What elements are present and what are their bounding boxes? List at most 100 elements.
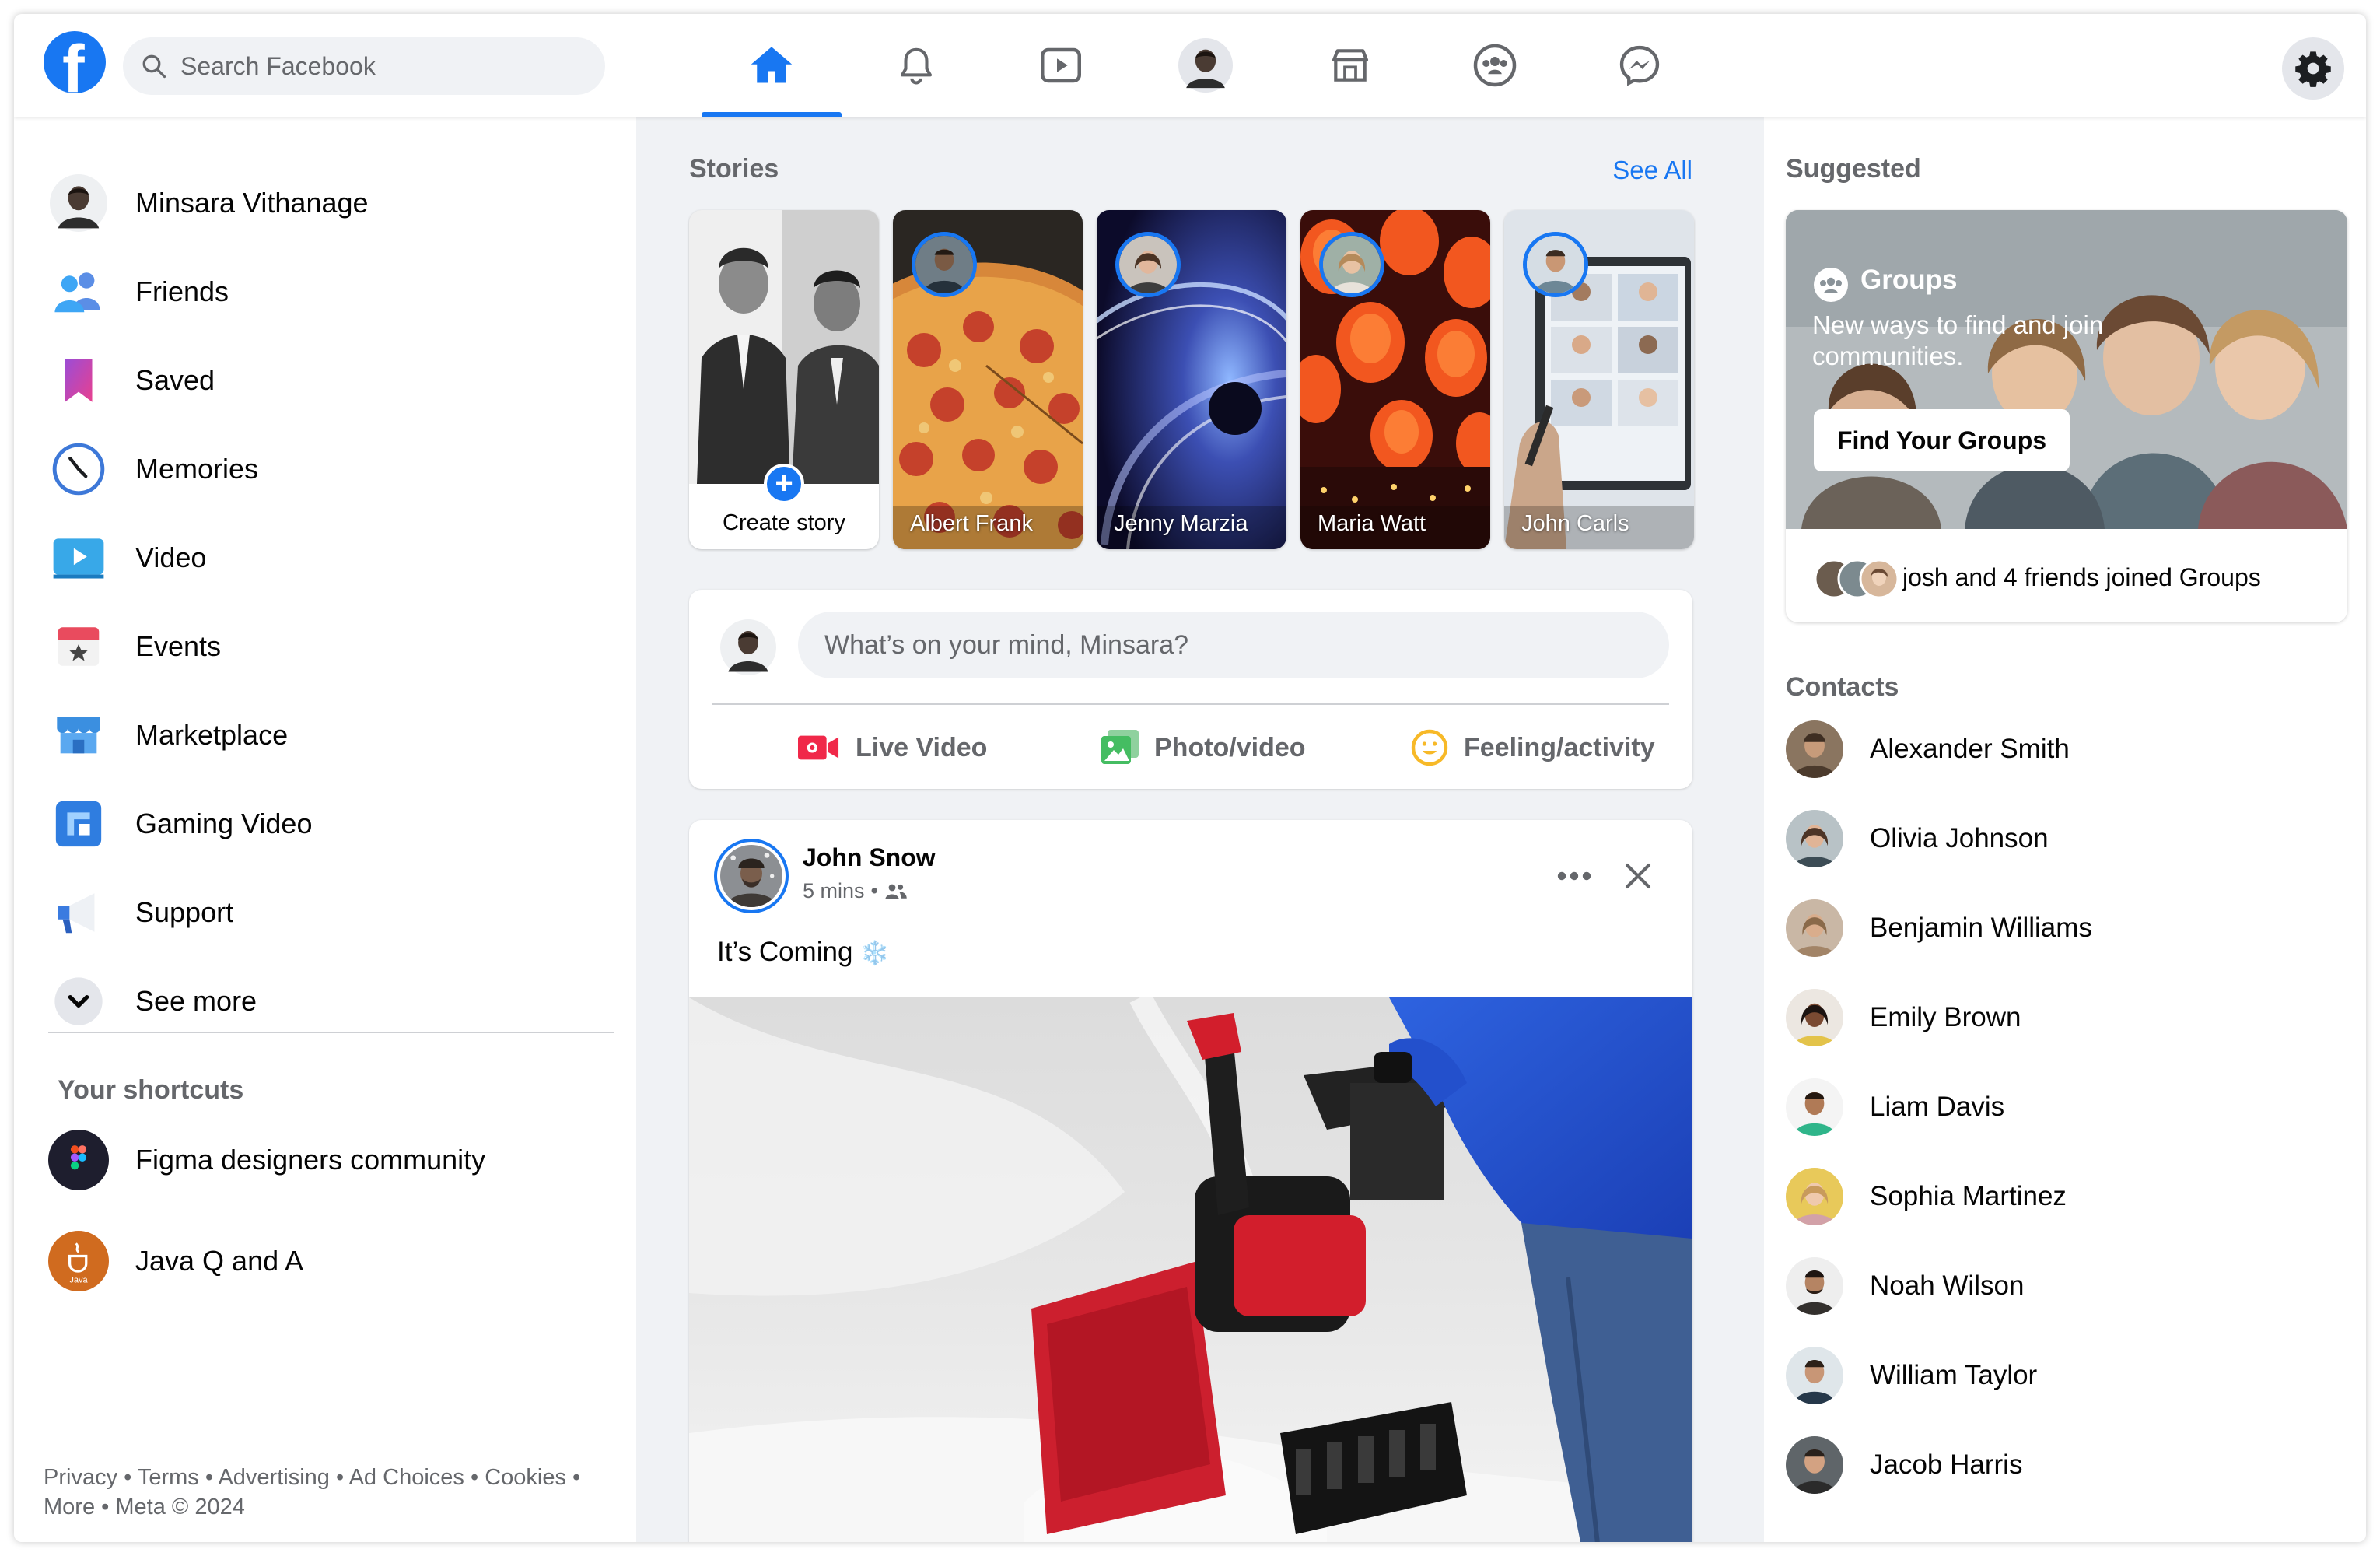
sidebar-item-label: Figma designers community (135, 1144, 486, 1176)
tab-profile[interactable] (1136, 14, 1276, 117)
contact-item[interactable]: Noah Wilson (1786, 1251, 2346, 1321)
friends-icon (48, 261, 109, 322)
sidebar-item-gaming-video[interactable]: Gaming Video (48, 789, 616, 859)
photo-video-label: Photo/video (1154, 732, 1306, 762)
see-more-icon-wrap (48, 971, 109, 1032)
tab-messenger[interactable] (1570, 14, 1710, 117)
footer-link[interactable]: More (44, 1495, 95, 1519)
sidebar-item-events[interactable]: Events (48, 612, 616, 682)
contact-avatar (1786, 1078, 1843, 1136)
contacts-heading: Contacts (1786, 672, 1899, 702)
story-name: Maria Watt (1318, 511, 1426, 536)
sidebar-item-support[interactable]: Support (48, 878, 616, 948)
friends-audience-icon[interactable] (884, 881, 908, 902)
contact-name: William Taylor (1870, 1360, 2038, 1390)
home-icon (751, 47, 793, 83)
video-play-icon (1041, 47, 1081, 83)
video-icon (48, 527, 109, 588)
tab-notifications[interactable] (846, 14, 986, 117)
see-more-button[interactable]: See more (48, 966, 616, 1036)
footer-link[interactable]: Cookies (485, 1465, 566, 1490)
search-bar[interactable] (123, 37, 605, 95)
story-card[interactable]: John Carls (1504, 210, 1694, 549)
sidebar-item-friends[interactable]: Friends (48, 257, 616, 327)
contact-name: Liam Davis (1870, 1092, 2005, 1122)
contact-name: Sophia Martinez (1870, 1181, 2067, 1211)
shortcut-java-q-and-a[interactable]: Java Java Q and A (48, 1226, 616, 1296)
create-story-card[interactable]: + Create story (689, 210, 879, 549)
groups-suggestion-card: Groups New ways to find and join communi… (1786, 210, 2347, 622)
story-name: Jenny Marzia (1114, 511, 1248, 536)
contact-avatar (1786, 1168, 1843, 1225)
story-avatar (912, 232, 977, 297)
live-video-button[interactable]: Live Video (798, 720, 987, 775)
search-input[interactable] (180, 51, 569, 81)
tab-watch[interactable] (991, 14, 1131, 117)
story-card[interactable]: Jenny Marzia (1097, 210, 1286, 549)
contact-item[interactable]: Sophia Martinez (1786, 1162, 2346, 1232)
footer-link[interactable]: Advertising (218, 1465, 329, 1490)
bell-icon (900, 47, 933, 85)
tab-marketplace[interactable] (1280, 14, 1420, 117)
footer-link[interactable]: Privacy (44, 1465, 117, 1490)
news-feed: Stories See All + Create story Albert Fr… (689, 117, 1694, 1542)
sidebar-item-label: Saved (135, 364, 215, 396)
chevron-down-icon (54, 977, 103, 1025)
find-your-groups-button[interactable]: Find Your Groups (1814, 409, 2070, 471)
contact-item[interactable]: Jacob Harris (1786, 1430, 2346, 1500)
contact-item[interactable]: Emily Brown (1786, 983, 2346, 1053)
groups-joined-text[interactable]: josh and 4 friends joined Groups (1902, 563, 2261, 592)
sidebar-item-label: See more (135, 985, 257, 1017)
contact-item[interactable]: William Taylor (1786, 1340, 2346, 1411)
java-logo-text: Java (69, 1276, 88, 1285)
sidebar-item-video[interactable]: Video (48, 523, 616, 593)
photo-icon (1101, 730, 1139, 764)
contact-item[interactable]: Liam Davis (1786, 1072, 2346, 1142)
sidebar-item-label: Events (135, 630, 222, 662)
search-icon (142, 54, 166, 79)
post-image-snowblower[interactable] (689, 997, 1692, 1542)
post-author-name[interactable]: John Snow (803, 843, 936, 872)
composer-input[interactable] (798, 612, 1669, 678)
post-card: John Snow 5 mins • It’s Coming ❄️ (689, 820, 1692, 1542)
photo-video-button[interactable]: Photo/video (1101, 720, 1306, 775)
gaming-icon (48, 794, 109, 854)
story-card[interactable]: Albert Frank (893, 210, 1083, 549)
contact-name: Emily Brown (1870, 1002, 2021, 1032)
tab-home[interactable] (702, 14, 842, 117)
story-name: Albert Frank (910, 511, 1033, 536)
story-card[interactable]: Maria Watt (1300, 210, 1490, 549)
left-sidebar: Minsara Vithanage Friends Saved Memories… (14, 117, 636, 1542)
java-logo: Java (48, 1231, 109, 1291)
contact-item[interactable]: Alexander Smith (1786, 714, 2346, 784)
groups-icon (1814, 268, 1848, 302)
post-options-icon[interactable] (1551, 860, 1598, 892)
contact-name: Noah Wilson (1870, 1270, 2025, 1301)
close-icon[interactable] (1615, 853, 1661, 899)
post-time[interactable]: 5 mins (803, 879, 865, 903)
settings-button[interactable] (2282, 37, 2344, 100)
sidebar-item-label: Support (135, 896, 234, 928)
contact-item[interactable]: Benjamin Williams (1786, 893, 2346, 963)
contact-avatar (1786, 1347, 1843, 1404)
post-composer: Live Video Photo/video Feeling/activity (689, 590, 1692, 789)
see-all-link[interactable]: See All (1612, 156, 1692, 185)
tab-groups[interactable] (1425, 14, 1565, 117)
feeling-activity-button[interactable]: Feeling/activity (1411, 720, 1655, 775)
sidebar-item-saved[interactable]: Saved (48, 345, 616, 415)
figma-logo (48, 1130, 109, 1190)
sidebar-item-marketplace[interactable]: Marketplace (48, 700, 616, 770)
shortcuts-heading: Your shortcuts (58, 1075, 244, 1105)
footer-link[interactable]: Ad Choices (349, 1465, 464, 1490)
sidebar-item-memories[interactable]: Memories (48, 434, 616, 504)
composer-avatar (720, 619, 776, 675)
sidebar-item-label: Java Q and A (135, 1245, 304, 1277)
post-author-avatar[interactable] (714, 839, 789, 913)
sidebar-item-label: Video (135, 541, 207, 573)
contact-item[interactable]: Olivia Johnson (1786, 804, 2346, 874)
footer-link[interactable]: Terms (138, 1465, 199, 1490)
facebook-logo[interactable]: f (44, 31, 106, 93)
add-story-icon[interactable]: + (764, 464, 804, 504)
shortcut-figma-designers[interactable]: Figma designers community (48, 1125, 616, 1195)
sidebar-item-profile[interactable]: Minsara Vithanage (48, 168, 616, 238)
